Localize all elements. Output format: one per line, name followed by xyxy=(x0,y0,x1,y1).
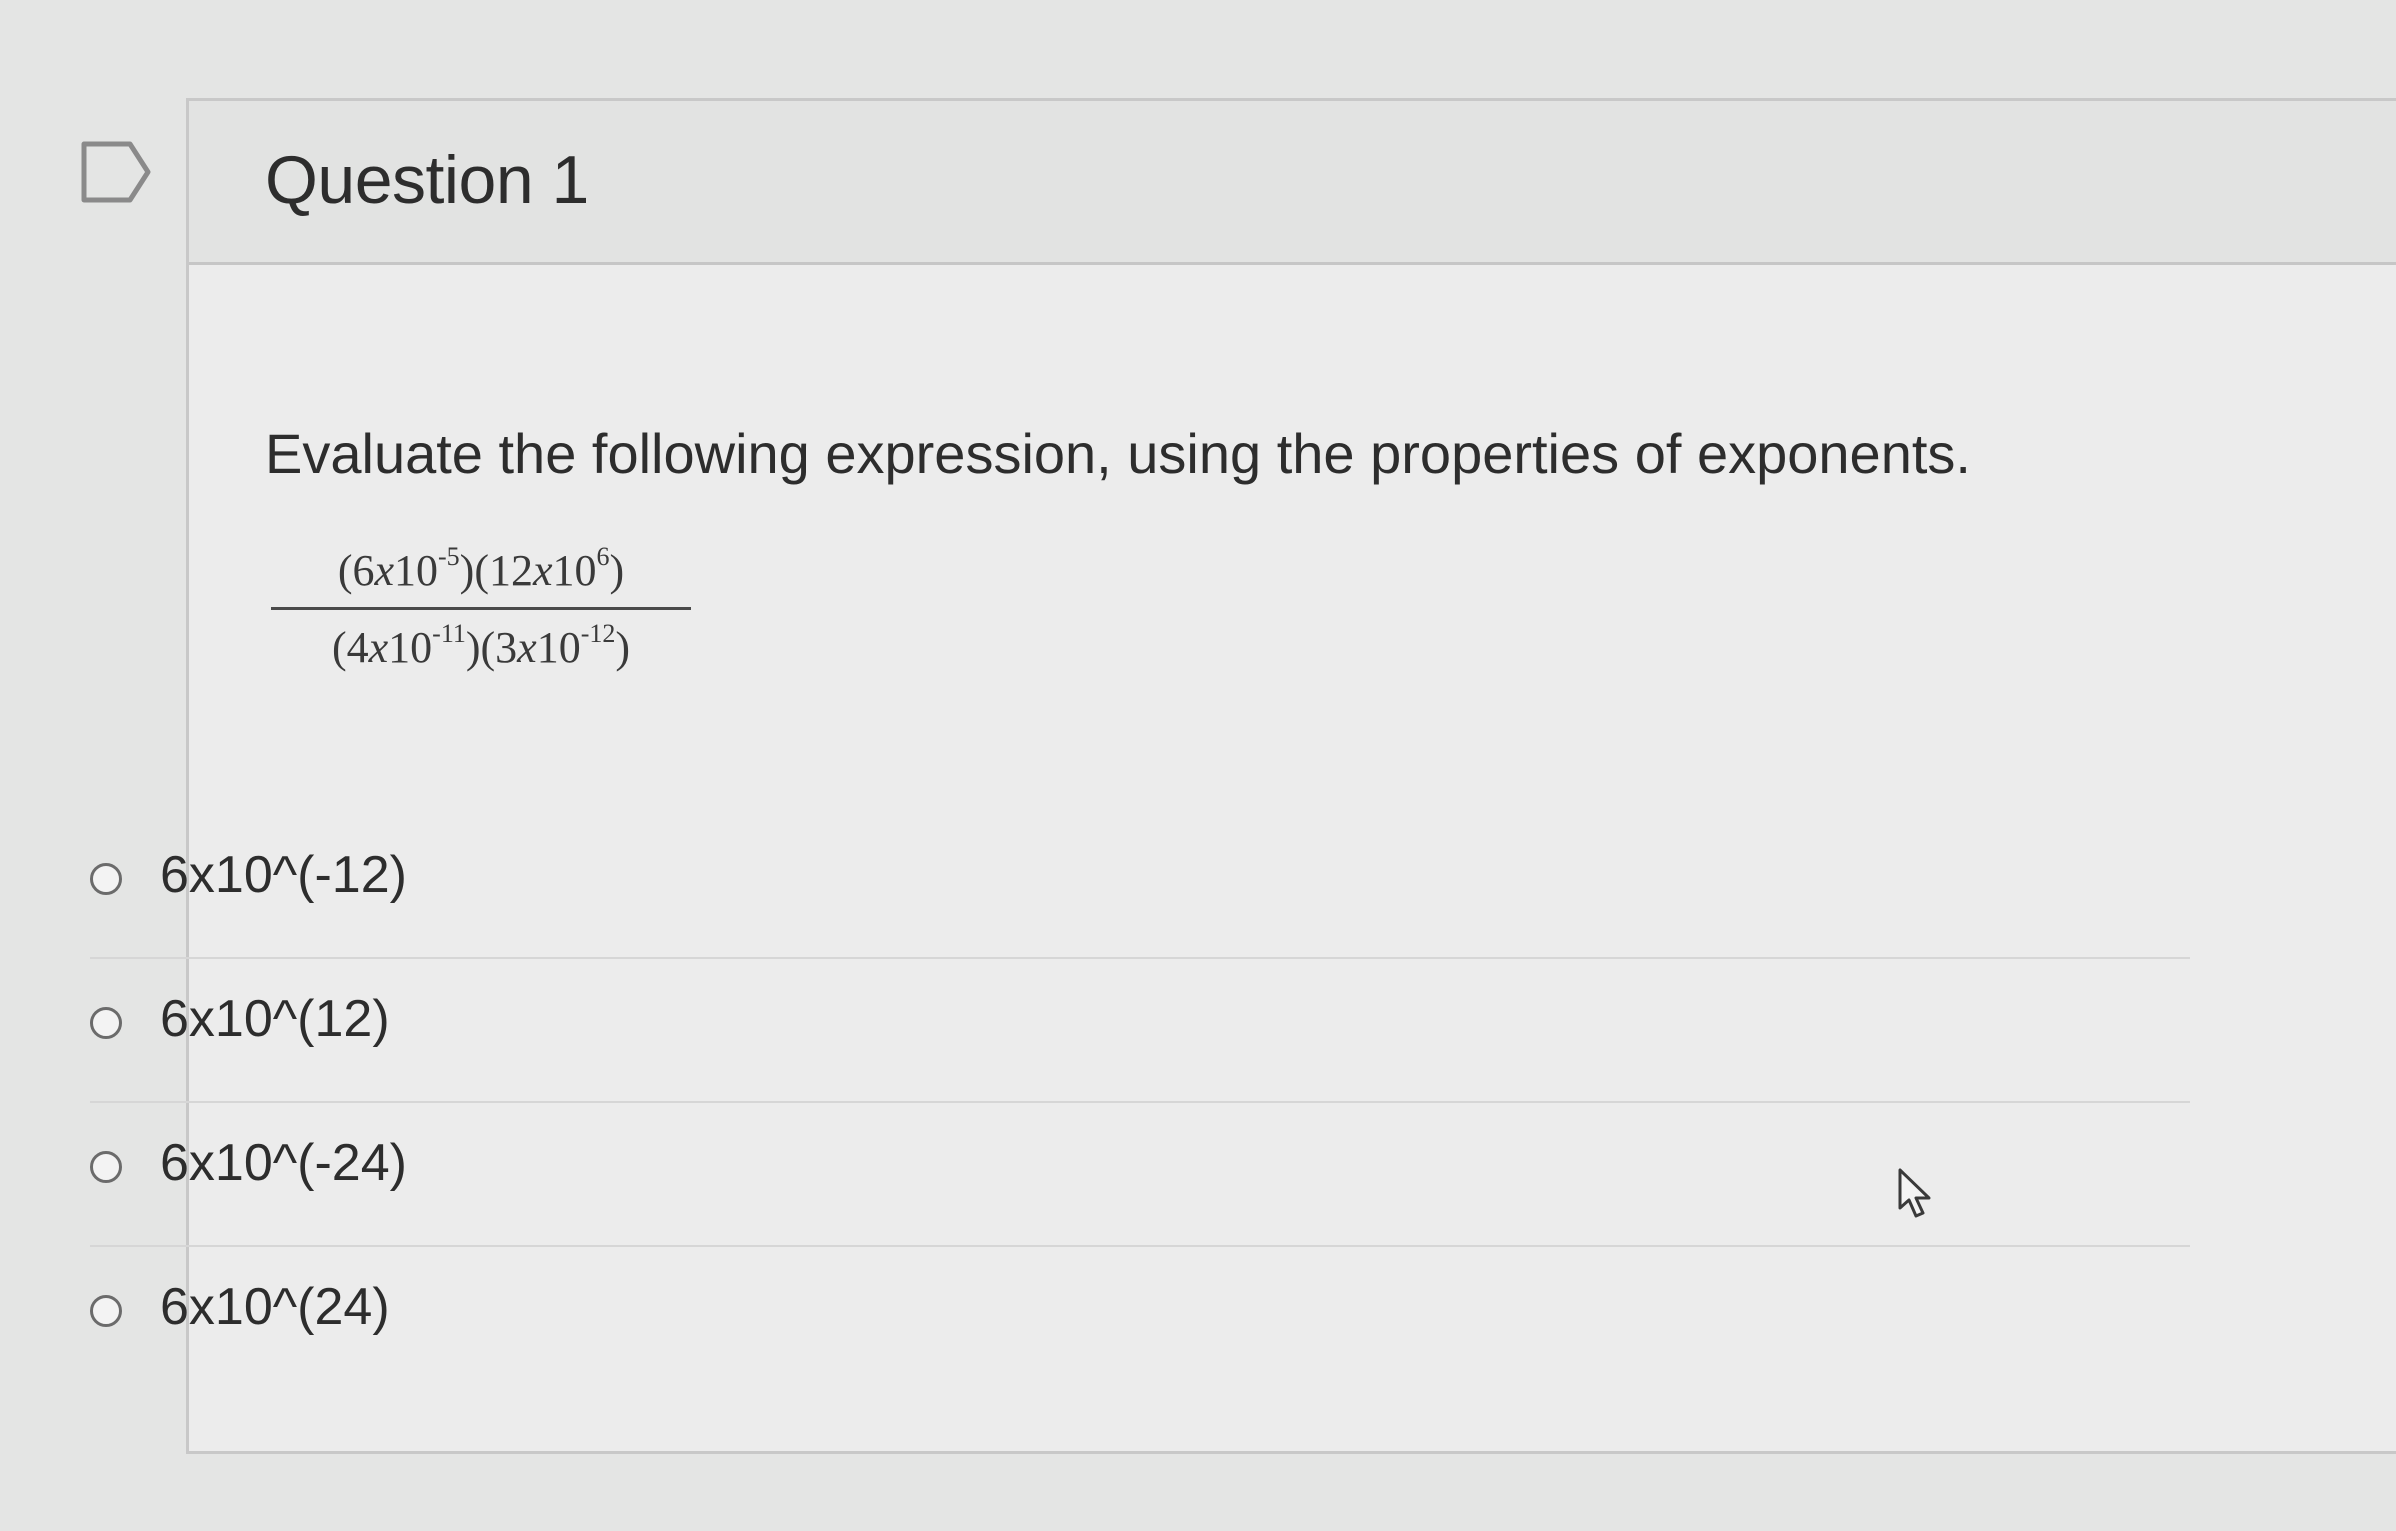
radio-button[interactable] xyxy=(90,863,122,895)
option-label[interactable]: 6x10^(-12) xyxy=(160,845,407,905)
mouse-pointer-icon xyxy=(1898,1168,1931,1218)
radio-button[interactable] xyxy=(90,1007,122,1039)
expression-denominator: (4x10-11)(3x10-12) xyxy=(331,619,631,673)
option-label[interactable]: 6x10^(-24) xyxy=(160,1133,407,1193)
answer-option[interactable]: 6x10^(-24) xyxy=(90,1103,2190,1247)
radio-button[interactable] xyxy=(90,1151,122,1183)
option-label[interactable]: 6x10^(24) xyxy=(160,1277,390,1337)
fraction-bar xyxy=(271,607,691,610)
exponent-expression: (6x10-5)(12x106) (4x10-11)(3x10-12) xyxy=(271,541,691,678)
question-header: Question 1 xyxy=(189,101,2396,265)
expression-numerator: (6x10-5)(12x106) xyxy=(337,542,625,596)
answer-option[interactable]: 6x10^(12) xyxy=(90,959,2190,1103)
answer-option[interactable]: 6x10^(24) xyxy=(90,1247,2190,1391)
option-label[interactable]: 6x10^(12) xyxy=(160,989,390,1049)
answer-options: 6x10^(-12) 6x10^(12) 6x10^(-24) 6x10^(24… xyxy=(90,815,2190,1391)
answer-option[interactable]: 6x10^(-12) xyxy=(90,815,2190,959)
question-prompt: Evaluate the following expression, using… xyxy=(265,422,1971,485)
question-title: Question 1 xyxy=(265,142,589,218)
bookmark-flag-icon[interactable] xyxy=(80,140,152,204)
radio-button[interactable] xyxy=(90,1295,122,1327)
